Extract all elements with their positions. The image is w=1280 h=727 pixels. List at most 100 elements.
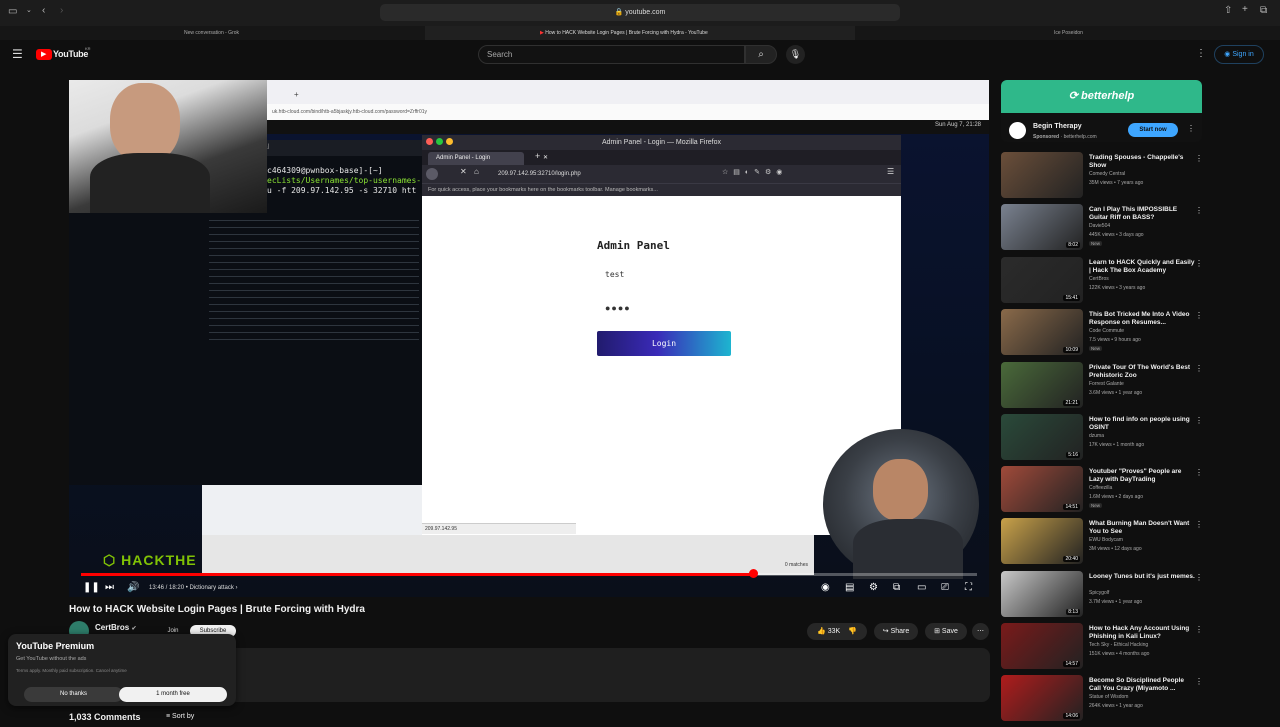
sidebar-toggle-icon[interactable]: ▭ bbox=[8, 6, 17, 17]
recommendation-title[interactable]: Looney Tunes but it's just memes. bbox=[1089, 573, 1195, 581]
cast-icon[interactable]: ⎚ bbox=[941, 579, 949, 597]
recommendation-title[interactable]: Trading Spouses - Chappelle's Show bbox=[1089, 154, 1195, 170]
recommendation-channel[interactable]: Code Commute bbox=[1089, 328, 1124, 334]
recommendation-channel[interactable]: Forrest Galante bbox=[1089, 381, 1124, 387]
sign-in-button[interactable]: ◉ Sign in bbox=[1214, 45, 1264, 64]
recommendation-thumbnail[interactable]: 20:40 bbox=[1001, 518, 1083, 564]
recommendation-item[interactable]: 21:21 Private Tour Of The World's Best Pr… bbox=[1001, 362, 1211, 414]
theater-mode-icon[interactable]: ▭ bbox=[917, 579, 926, 597]
recommendation-item[interactable]: Trading Spouses - Chappelle's Show Comedy… bbox=[1001, 152, 1211, 204]
recommendation-channel[interactable]: EWU Bodycam bbox=[1089, 537, 1123, 543]
pause-icon[interactable]: ❚❚ bbox=[83, 579, 100, 597]
more-actions-button[interactable]: ⋯ bbox=[972, 623, 989, 640]
kebab-menu-icon[interactable]: ⋮ bbox=[1195, 520, 1203, 529]
address-bar[interactable]: 🔒 youtube.com bbox=[380, 4, 900, 21]
recommendation-item[interactable]: 10:09 This Bot Tricked Me Into A Video Re… bbox=[1001, 309, 1211, 361]
kebab-menu-icon[interactable]: ⋮ bbox=[1195, 364, 1203, 373]
recommendation-item[interactable]: 14:06 Become So Disciplined People Call Y… bbox=[1001, 675, 1211, 727]
recommendation-title[interactable]: Become So Disciplined People Call You Cr… bbox=[1089, 677, 1195, 693]
recommendation-title[interactable]: How to find info on people using OSINT bbox=[1089, 416, 1195, 432]
recommendation-thumbnail[interactable]: 8:13 bbox=[1001, 571, 1083, 617]
dropdown-icon[interactable]: ⌄ bbox=[26, 6, 32, 14]
recommendation-item[interactable]: 14:57 How to Hack Any Account Using Phish… bbox=[1001, 623, 1211, 675]
recommendation-item[interactable]: 20:40 What Burning Man Doesn't Want You t… bbox=[1001, 518, 1211, 570]
no-thanks-button[interactable]: No thanks bbox=[24, 687, 123, 702]
subtitles-icon[interactable]: ▤ bbox=[845, 579, 854, 597]
share-icon[interactable]: ⇧ bbox=[1224, 5, 1232, 16]
recommendation-thumbnail[interactable]: 14:06 bbox=[1001, 675, 1083, 721]
fullscreen-icon[interactable]: ⛶ bbox=[965, 579, 972, 597]
search-input[interactable]: Search bbox=[478, 45, 745, 64]
hackthebox-logo-icon: ⬡ bbox=[103, 552, 117, 568]
settings-gear-icon[interactable]: ⚙ bbox=[869, 579, 878, 597]
volume-icon[interactable]: 🔊 bbox=[127, 579, 139, 597]
dislike-button[interactable]: 👎 bbox=[848, 628, 857, 635]
kebab-menu-icon[interactable]: ⋮ bbox=[1195, 311, 1203, 320]
recommendation-title[interactable]: How to Hack Any Account Using Phishing i… bbox=[1089, 625, 1195, 641]
video-player[interactable]: + ✕ uk.htb-cloud.com/bind/htb-a5bjaskjy.… bbox=[69, 80, 989, 597]
settings-kebab-icon[interactable]: ⋮ bbox=[1196, 48, 1206, 59]
recommendation-thumbnail[interactable]: 8:02 bbox=[1001, 204, 1083, 250]
forward-icon[interactable]: › bbox=[60, 5, 63, 16]
recommendation-item[interactable]: 15:41 Learn to HACK Quickly and Easily | … bbox=[1001, 257, 1211, 309]
kebab-menu-icon[interactable]: ⋮ bbox=[1195, 625, 1203, 634]
recommendation-thumbnail[interactable]: 14:57 bbox=[1001, 623, 1083, 669]
browser-tab-grok[interactable]: New conversation - Grok bbox=[170, 26, 420, 40]
recommendation-channel[interactable]: dzuma bbox=[1089, 433, 1104, 439]
kebab-menu-icon[interactable]: ⋮ bbox=[1195, 154, 1203, 163]
browser-tab-youtube[interactable]: ▶ How to HACK Website Login Pages | Brut… bbox=[425, 26, 855, 40]
recommendation-thumbnail[interactable]: 21:21 bbox=[1001, 362, 1083, 408]
kebab-menu-icon[interactable]: ⋮ bbox=[1195, 416, 1203, 425]
kebab-menu-icon[interactable]: ⋮ bbox=[1195, 259, 1203, 268]
recommendation-channel[interactable]: Tech Sky - Ethical Hacking bbox=[1089, 642, 1148, 648]
miniplayer-icon[interactable]: ⧉ bbox=[893, 579, 900, 597]
autoplay-toggle-icon[interactable]: ◉ bbox=[821, 579, 830, 597]
browser-tab-ice[interactable]: Ice Poseidon bbox=[1040, 26, 1240, 40]
back-icon[interactable]: ‹ bbox=[42, 5, 45, 16]
recommendation-meta: 35M views • 7 years ago bbox=[1089, 180, 1144, 186]
recommendation-item[interactable]: 14:51 Youtuber "Proves" People are Lazy w… bbox=[1001, 466, 1211, 518]
youtube-logo-icon[interactable]: ▶ bbox=[36, 49, 52, 60]
recommendation-channel[interactable]: Coffeezilla bbox=[1089, 485, 1112, 491]
like-button[interactable]: 👍 33K bbox=[817, 628, 840, 635]
recommendation-channel[interactable]: Spicygolf bbox=[1089, 590, 1109, 596]
recommendation-title[interactable]: Youtuber "Proves" People are Lazy with D… bbox=[1089, 468, 1195, 484]
sort-by-button[interactable]: ≡ Sort by bbox=[166, 713, 194, 720]
recommendation-title[interactable]: Private Tour Of The World's Best Prehist… bbox=[1089, 364, 1195, 380]
voice-search-button[interactable]: 🎙 bbox=[786, 45, 805, 64]
sponsored-ad[interactable]: ⟳ betterhelp Begin Therapy Sponsored · b… bbox=[1001, 80, 1202, 142]
ad-cta-button[interactable]: Start now bbox=[1128, 123, 1178, 137]
recommendation-item[interactable]: 5:16 How to find info on people using OSI… bbox=[1001, 414, 1211, 466]
recommendation-item[interactable]: 8:02 Can I Play This IMPOSSIBLE Guitar Ri… bbox=[1001, 204, 1211, 256]
recommendation-thumbnail[interactable]: 14:51 bbox=[1001, 466, 1083, 512]
recommendation-channel[interactable]: CertBros bbox=[1089, 276, 1109, 282]
recommendation-thumbnail[interactable]: 5:16 bbox=[1001, 414, 1083, 460]
recommendation-thumbnail[interactable]: 15:41 bbox=[1001, 257, 1083, 303]
kebab-menu-icon[interactable]: ⋮ bbox=[1195, 573, 1203, 582]
tab-overview-icon[interactable]: ⧉ bbox=[1260, 5, 1267, 16]
recommendation-channel[interactable]: Statue of Wisdom bbox=[1089, 694, 1128, 700]
search-button[interactable]: ⌕ bbox=[745, 45, 777, 64]
kebab-menu-icon[interactable]: ⋮ bbox=[1195, 206, 1203, 215]
youtube-logo-text[interactable]: YouTube bbox=[53, 49, 88, 59]
recommendation-channel[interactable]: Comedy Central bbox=[1089, 171, 1125, 177]
recommendation-title[interactable]: Learn to HACK Quickly and Easily | Hack … bbox=[1089, 259, 1195, 275]
new-tab-icon[interactable]: + bbox=[1242, 4, 1248, 15]
free-trial-button[interactable]: 1 month free bbox=[119, 687, 227, 702]
recommendation-title[interactable]: Can I Play This IMPOSSIBLE Guitar Riff o… bbox=[1089, 206, 1195, 222]
recommendation-title[interactable]: This Bot Tricked Me Into A Video Respons… bbox=[1089, 311, 1195, 327]
recommendation-channel[interactable]: Davie504 bbox=[1089, 223, 1110, 229]
recommendation-item[interactable]: 8:13 Looney Tunes but it's just memes. Spi… bbox=[1001, 571, 1211, 623]
share-button[interactable]: ↪ Share bbox=[874, 623, 918, 640]
recommendation-title[interactable]: What Burning Man Doesn't Want You to See bbox=[1089, 520, 1195, 536]
channel-name[interactable]: CertBros ✔ bbox=[95, 623, 137, 632]
next-icon[interactable]: ⏭ bbox=[105, 579, 114, 597]
recommendation-thumbnail[interactable]: 10:09 bbox=[1001, 309, 1083, 355]
kebab-menu-icon[interactable]: ⋮ bbox=[1195, 677, 1203, 686]
progress-scrubber[interactable] bbox=[749, 569, 758, 578]
recommendation-thumbnail[interactable] bbox=[1001, 152, 1083, 198]
kebab-menu-icon[interactable]: ⋮ bbox=[1195, 468, 1203, 477]
ad-kebab-icon[interactable]: ⋮ bbox=[1187, 124, 1195, 133]
menu-icon[interactable]: ☰ bbox=[12, 47, 23, 61]
save-button[interactable]: ⊞ Save bbox=[925, 623, 967, 640]
